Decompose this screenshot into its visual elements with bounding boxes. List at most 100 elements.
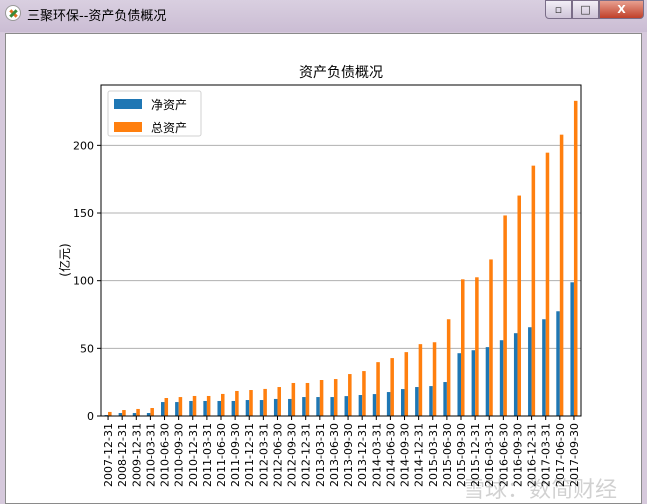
bar-net-assets: [513, 333, 518, 416]
bar-net-assets: [259, 400, 264, 416]
bar-total-assets: [263, 388, 267, 416]
bar-net-assets: [203, 400, 207, 416]
watermark: 雪球：数简财经: [463, 478, 617, 503]
x-tick-label: 2009-12-31: [130, 423, 143, 487]
x-tick-label: 2011-12-31: [243, 423, 256, 487]
bar-total-assets: [305, 382, 310, 416]
bar-total-assets: [221, 393, 225, 416]
x-tick-label: 2012-12-31: [300, 423, 313, 487]
bar-total-assets: [489, 259, 493, 416]
bar-net-assets: [161, 402, 165, 416]
x-tick-label: 2010-09-30: [173, 423, 186, 487]
bar-net-assets: [372, 394, 377, 416]
bar-net-assets: [457, 353, 461, 416]
chart-title: 资产负债概况: [299, 65, 383, 81]
x-tick-label: 2015-03-31: [427, 423, 440, 487]
y-axis-label: (亿元): [57, 243, 72, 276]
bar-total-assets: [136, 408, 140, 416]
bar-net-assets: [302, 397, 306, 416]
x-tick-label: 2014-03-31: [370, 423, 383, 487]
bar-total-assets: [531, 165, 536, 416]
bar-total-assets: [432, 342, 437, 416]
bar-total-assets: [404, 352, 409, 416]
bar-total-assets: [206, 395, 211, 416]
bar-net-assets: [471, 350, 476, 416]
bar-net-assets: [245, 400, 250, 416]
bar-net-assets: [358, 395, 363, 416]
bar-total-assets: [376, 362, 380, 416]
y-tick-label: 150: [73, 207, 94, 220]
bar-total-assets: [249, 390, 253, 416]
bar-net-assets: [443, 382, 447, 416]
bar-net-assets: [316, 397, 320, 416]
bar-total-assets: [150, 408, 154, 416]
x-tick-label: 2008-12-31: [116, 423, 129, 487]
bar-total-assets: [545, 152, 550, 416]
x-tick-label: 2010-12-31: [187, 423, 200, 487]
bar-net-assets: [189, 400, 193, 416]
x-tick-label: 2011-06-30: [215, 423, 228, 487]
bar-net-assets: [542, 319, 546, 416]
bar-total-assets: [235, 390, 239, 416]
bar-total-assets: [475, 277, 479, 416]
x-tick-label: 2013-12-31: [356, 423, 369, 487]
x-tick-label: 2011-09-30: [229, 423, 242, 487]
bar-total-assets: [418, 344, 423, 416]
bar-total-assets: [108, 411, 112, 416]
bar-total-assets: [390, 358, 394, 416]
bar-net-assets: [273, 398, 278, 416]
x-tick-label: 2012-09-30: [286, 423, 299, 487]
bar-total-assets: [164, 398, 169, 416]
x-tick-label: 2012-03-31: [257, 423, 270, 487]
bar-total-assets: [503, 215, 507, 416]
bar-chart: 资产负债概况 (亿元) 0 50 100 150 200 2007-12-31 2008-1…: [57, 65, 617, 503]
bar-total-assets: [178, 397, 183, 416]
x-tick-label: 2010-06-30: [159, 423, 172, 487]
x-tick-label: 2011-03-31: [201, 423, 214, 487]
x-tick-label: 2012-06-30: [271, 423, 284, 487]
bar-net-assets: [386, 392, 391, 416]
x-tick-label: 2014-09-30: [399, 423, 412, 487]
bar-net-assets: [401, 389, 405, 416]
bar-total-assets: [517, 195, 521, 416]
bar-total-assets: [559, 134, 564, 417]
legend-label: 净资产: [151, 98, 187, 112]
y-tick-label: 100: [73, 275, 94, 288]
bar-total-assets: [573, 100, 578, 416]
bar-total-assets: [362, 371, 366, 416]
bar-net-assets: [231, 400, 236, 416]
x-tick-label: 2013-09-30: [342, 423, 355, 487]
bar-net-assets: [175, 402, 179, 416]
bar-total-assets: [333, 379, 338, 416]
bar-net-assets: [556, 311, 560, 416]
bar-total-assets: [319, 380, 324, 416]
x-tick-label: 2013-06-30: [328, 423, 341, 487]
bar-net-assets: [570, 282, 574, 416]
bar-net-assets: [288, 398, 292, 416]
x-tick-label: 2014-12-31: [413, 423, 426, 487]
bar-net-assets: [429, 386, 433, 416]
legend-swatch: [114, 122, 142, 132]
x-tick-label: 2007-12-31: [102, 423, 115, 487]
bar-net-assets: [415, 387, 419, 416]
legend-label: 总资产: [151, 121, 187, 135]
bar-total-assets: [291, 382, 296, 416]
bar-total-assets: [122, 410, 126, 416]
y-tick-label: 50: [80, 342, 94, 355]
x-tick-label: 2014-06-30: [384, 423, 397, 487]
y-tick-label: 200: [73, 139, 94, 152]
bar-net-assets: [528, 327, 532, 416]
legend-swatch: [114, 99, 142, 109]
bar-total-assets: [277, 387, 281, 416]
bar-total-assets: [348, 374, 352, 416]
bar-net-assets: [485, 347, 490, 416]
bar-net-assets: [330, 397, 334, 416]
x-tick-label: 2015-06-30: [441, 423, 454, 487]
x-tick-label: 2010-03-31: [144, 423, 157, 487]
bar-net-assets: [499, 340, 504, 416]
y-tick-label: 0: [87, 410, 94, 423]
bar-net-assets: [344, 396, 349, 416]
bar-total-assets: [192, 395, 197, 416]
bar-total-assets: [446, 319, 451, 416]
x-tick-label: 2013-03-31: [314, 423, 327, 487]
